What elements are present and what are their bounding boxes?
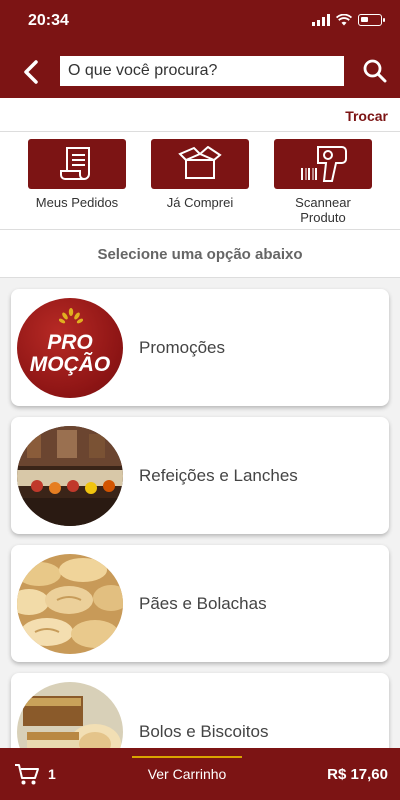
already-bought-button[interactable]: Já Comprei bbox=[150, 139, 250, 210]
my-orders-label: Meus Pedidos bbox=[35, 195, 119, 210]
promo-badge: PRO MOÇÃO bbox=[17, 298, 123, 398]
scan-product-label: Scannear Produto bbox=[295, 195, 351, 225]
change-store-link[interactable]: Trocar bbox=[345, 108, 388, 124]
store-bar: Trocar bbox=[0, 98, 400, 132]
cart-total: R$ 17,60 bbox=[327, 766, 388, 783]
already-bought-label: Já Comprei bbox=[166, 195, 234, 210]
view-cart-button[interactable]: Ver Carrinho bbox=[132, 756, 242, 784]
quick-actions: Meus Pedidos Já Comprei Scannear Produto bbox=[0, 132, 400, 230]
section-title: Selecione uma opção abaixo bbox=[97, 246, 303, 263]
search-icon[interactable] bbox=[362, 58, 388, 84]
category-label: Bolos e Biscoitos bbox=[139, 722, 269, 741]
category-label: Pães e Bolachas bbox=[139, 594, 267, 613]
scan-product-tile[interactable] bbox=[274, 139, 372, 189]
cart-bar: 1 Ver Carrinho R$ 17,60 bbox=[0, 748, 400, 800]
category-card-breads[interactable]: Pães e Bolachas bbox=[11, 545, 389, 662]
section-header: Selecione uma opção abaixo bbox=[0, 230, 400, 278]
status-icons bbox=[312, 14, 385, 26]
category-label: Refeições e Lanches bbox=[139, 466, 298, 485]
wifi-icon bbox=[336, 14, 352, 26]
search-input[interactable] bbox=[60, 56, 344, 86]
category-card-promotions[interactable]: PRO MOÇÃO Promoções bbox=[11, 289, 389, 406]
buffet-photo bbox=[17, 426, 123, 526]
promo-badge-line-1: PRO bbox=[47, 331, 93, 354]
cart-icon[interactable] bbox=[14, 762, 40, 786]
back-button[interactable] bbox=[18, 58, 44, 86]
signal-icon bbox=[312, 14, 330, 26]
my-orders-tile[interactable] bbox=[28, 139, 126, 189]
promo-badge-line-2: MOÇÃO bbox=[29, 353, 111, 376]
wheat-icon bbox=[59, 308, 83, 324]
app-header: 20:34 bbox=[0, 0, 400, 98]
status-bar: 20:34 bbox=[0, 0, 400, 44]
receipt-icon bbox=[60, 147, 90, 180]
my-orders-button[interactable]: Meus Pedidos bbox=[27, 139, 127, 210]
open-box-icon bbox=[178, 146, 222, 179]
already-bought-tile[interactable] bbox=[151, 139, 249, 189]
barcode-scanner-icon bbox=[301, 146, 347, 182]
category-card-meals[interactable]: Refeições e Lanches bbox=[11, 417, 389, 534]
category-label: Promoções bbox=[139, 338, 225, 357]
bread-photo bbox=[17, 554, 123, 654]
status-time: 20:34 bbox=[28, 12, 69, 29]
battery-icon bbox=[358, 14, 385, 26]
scan-product-button[interactable]: Scannear Produto bbox=[273, 139, 373, 225]
cart-count: 1 bbox=[48, 766, 56, 782]
